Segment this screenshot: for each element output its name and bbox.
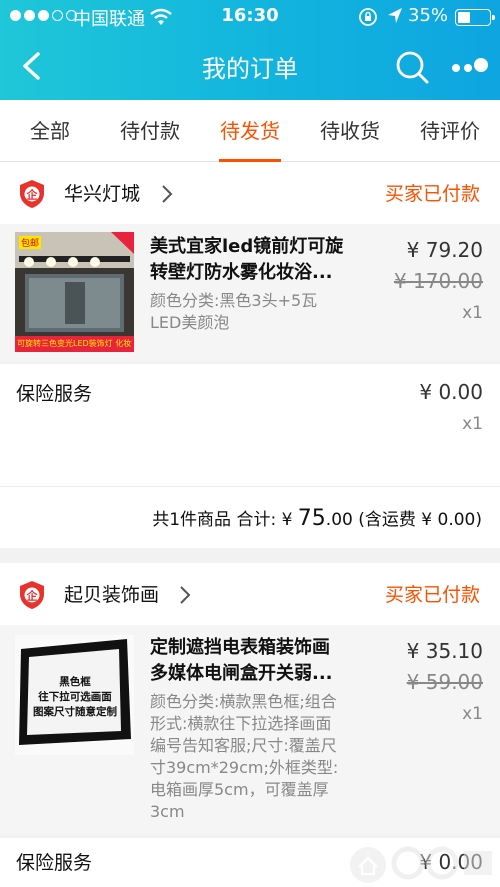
order-status: 买家已付款	[384, 584, 480, 606]
order-item[interactable]: 包邮 可旋转三色变光LED装饰灯 化妆镜灯 美式宜家led镜前灯可旋 转壁灯防水…	[0, 224, 500, 361]
order-total: 共1件商品 合计: ¥ 75.00 (含运费 ¥ 0.00)	[152, 506, 482, 531]
tab-pending-review[interactable]: 待评价	[400, 100, 500, 162]
chevron-right-icon	[180, 586, 191, 604]
svg-text:企: 企	[26, 589, 39, 603]
battery-percent: 35%	[408, 5, 449, 26]
original-price: ¥ 59.00	[406, 670, 483, 694]
order-summary: 共1件商品 合计: ¥ 75.00 (含运费 ¥ 0.00)	[0, 486, 500, 548]
product-quantity: x1	[462, 704, 483, 724]
product-title[interactable]: 美式宜家led镜前灯可旋 转壁灯防水雾化妆浴...	[150, 234, 375, 286]
status-bar: 中国联通 16:30 35%	[0, 0, 500, 34]
tab-pending-payment[interactable]: 待付款	[100, 100, 200, 162]
nav-bar: 我的订单	[0, 34, 500, 100]
product-quantity: x1	[462, 303, 483, 323]
watermark-logo	[350, 846, 492, 883]
thumb-badge: 包邮	[19, 236, 42, 249]
product-sku: 颜色分类:横款黑色框;组合 形式:横款往下拉选择画面 编号告知客服;尺寸:覆盖尺…	[150, 692, 339, 821]
order-status: 买家已付款	[384, 183, 480, 205]
rotation-lock-icon	[359, 8, 377, 26]
more-icon[interactable]	[446, 47, 494, 87]
shop-header[interactable]: 企 起贝装饰画 买家已付款	[0, 563, 500, 625]
tab-pending-receipt[interactable]: 待收货	[300, 100, 400, 162]
insurance-label: 保险服务	[16, 383, 93, 405]
order-item[interactable]: 黑色框 往下拉可选画面 图案尺寸随意定制 定制遮挡电表箱装饰画 多媒体电闸盒开关…	[0, 625, 500, 835]
product-price: ¥ 79.20	[406, 238, 483, 262]
thumb-caption: 黑色框 往下拉可选画面 图案尺寸随意定制	[33, 676, 117, 718]
insurance-quantity: x1	[462, 414, 483, 434]
product-sku: 颜色分类:黑色3头+5瓦 LED美颜泡	[150, 291, 318, 332]
shop-badge-icon: 企	[20, 581, 44, 609]
shop-name[interactable]: 起贝装饰画	[64, 580, 159, 607]
insurance-label: 保险服务	[16, 852, 93, 874]
chevron-right-icon	[162, 185, 173, 203]
shop-badge-icon: 企	[20, 180, 44, 208]
product-thumbnail: 黑色框 往下拉可选画面 图案尺寸随意定制	[15, 635, 134, 755]
search-icon[interactable]	[392, 47, 432, 87]
shop-header[interactable]: 企 华兴灯城 买家已付款	[0, 162, 500, 224]
battery-icon	[455, 9, 495, 26]
order-tabs: 全部 待付款 待发货 待收货 待评价	[0, 100, 500, 162]
insurance-row: 保险服务 ¥ 0.00 x1	[0, 364, 500, 486]
thumb-banner: 可旋转三色变光LED装饰灯 化妆镜灯	[17, 339, 132, 348]
insurance-price: ¥ 0.00	[419, 380, 483, 404]
tab-pending-shipment[interactable]: 待发货	[200, 100, 300, 162]
svg-text:企: 企	[26, 188, 39, 202]
original-price: ¥ 170.00	[393, 269, 483, 293]
header: 中国联通 16:30 35% 我的订单	[0, 0, 500, 100]
location-arrow-icon	[388, 8, 402, 23]
product-thumbnail: 包邮 可旋转三色变光LED装饰灯 化妆镜灯	[15, 232, 134, 352]
product-price: ¥ 35.10	[406, 639, 483, 663]
tab-all[interactable]: 全部	[0, 100, 100, 162]
shop-name[interactable]: 华兴灯城	[64, 179, 140, 206]
product-title[interactable]: 定制遮挡电表箱装饰画 多媒体电闸盒开关弱...	[150, 635, 375, 687]
